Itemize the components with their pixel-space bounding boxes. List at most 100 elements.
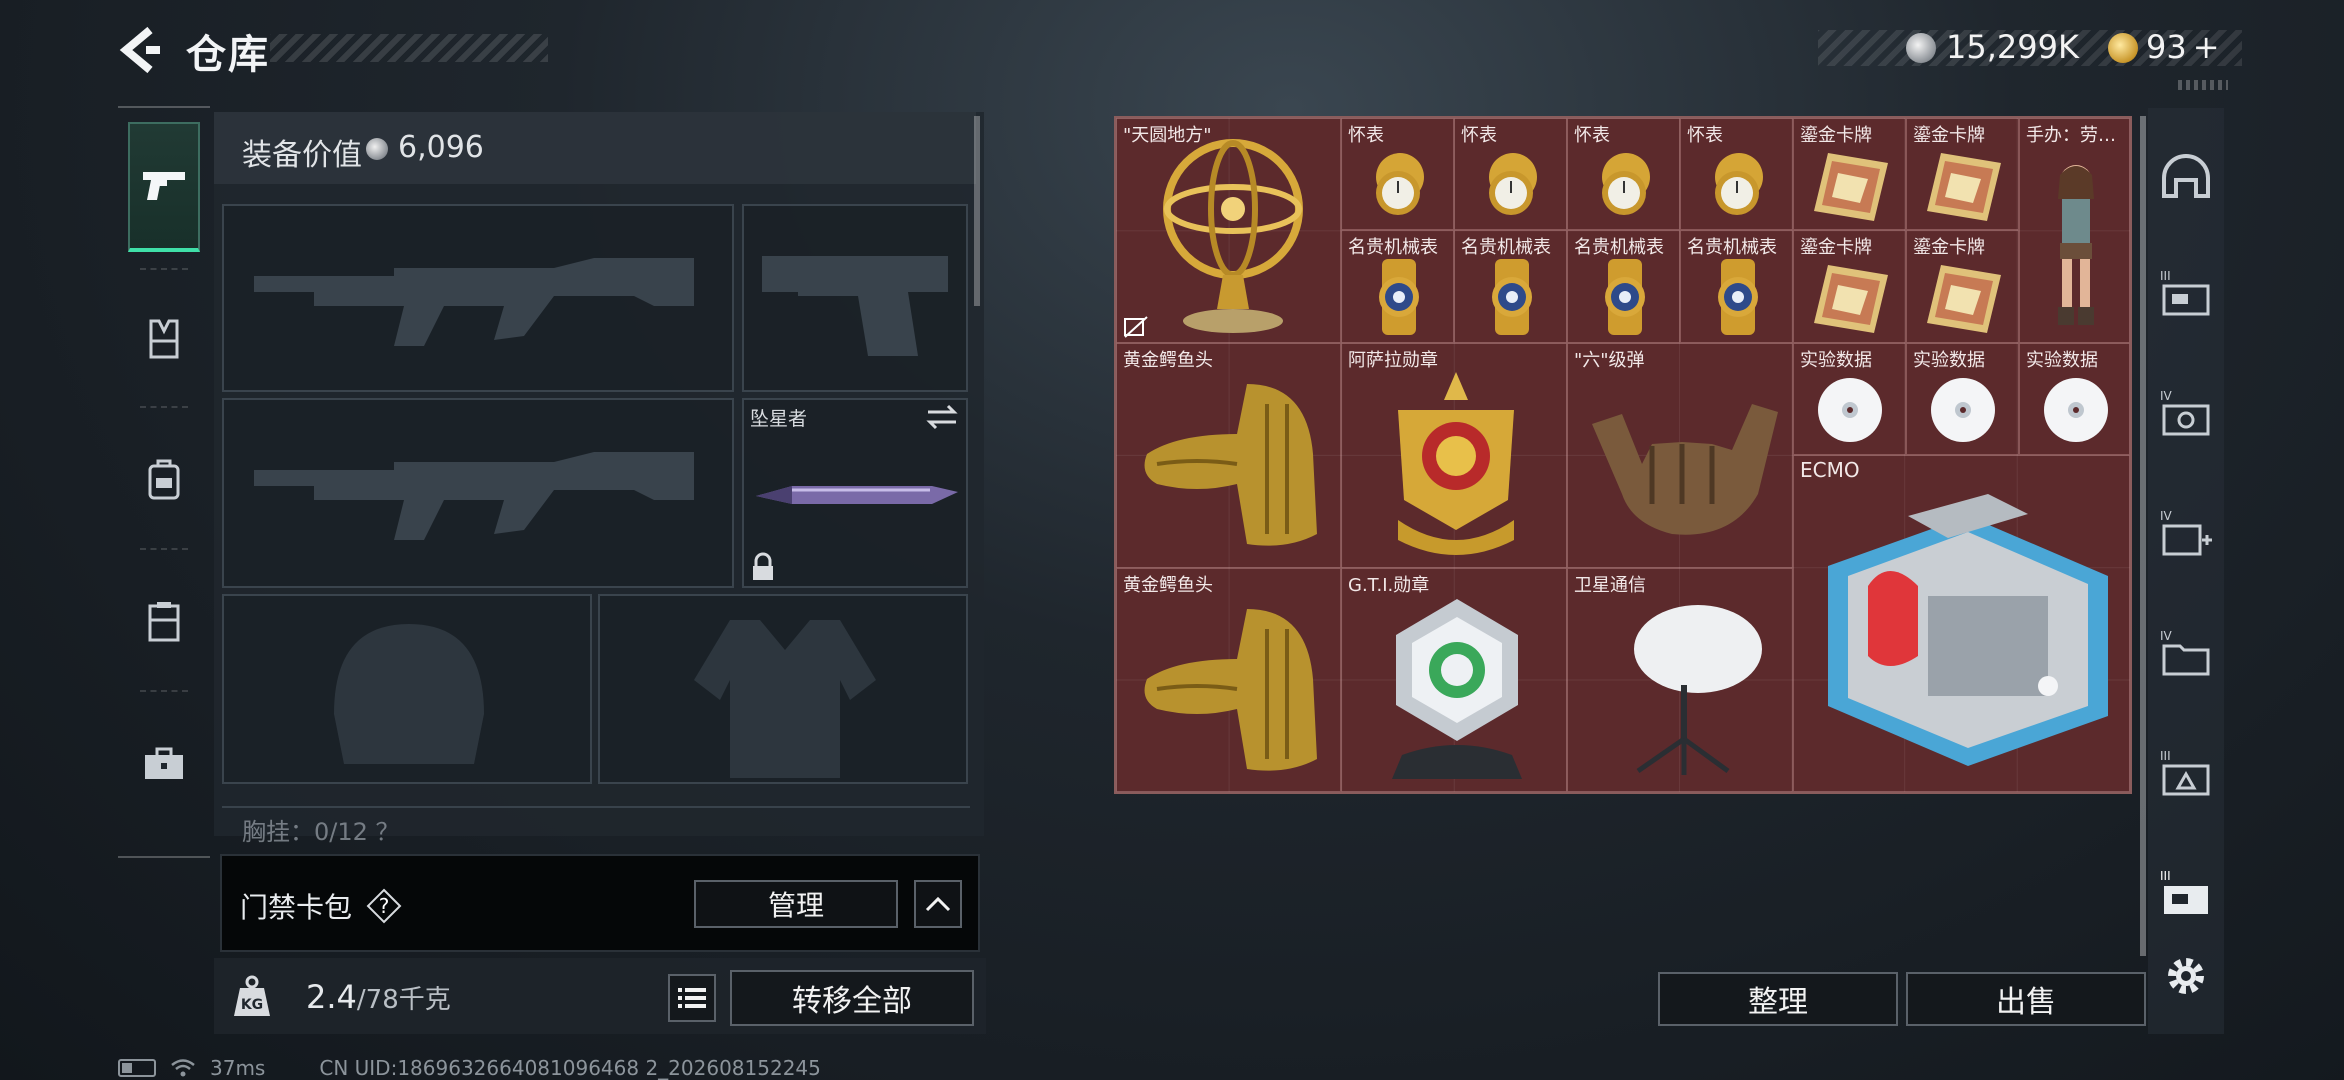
stash-item-figure[interactable]: 手办：劳… (2019, 118, 2130, 343)
weight-unit: 千克 (398, 985, 451, 1015)
pistol-icon (143, 172, 185, 200)
disc-icon (2044, 378, 2108, 442)
settings-icon (2168, 958, 2204, 994)
melee-item-name: 坠星者 (750, 408, 808, 430)
tab-weapons[interactable] (128, 122, 200, 252)
stash-item-wristwatch[interactable]: 名贵机械表 (1567, 230, 1680, 343)
stash-item-satellite[interactable]: 卫星通信 (1567, 568, 1793, 792)
hand-sculpture-icon (1592, 404, 1778, 535)
stash-item-six-bullet[interactable]: "六"级弹 (1567, 343, 1793, 568)
settings-button[interactable] (2158, 948, 2214, 1004)
stash-item-gilded-card[interactable]: 鎏金卡牌 (1906, 230, 2019, 343)
stash-item-experimental-data[interactable]: 实验数据 (1793, 343, 1906, 455)
primary-weapon-slot-1[interactable] (222, 204, 734, 392)
tab-backpack[interactable] (128, 414, 200, 544)
stash-item-pocket-watch[interactable]: 怀表 (1454, 118, 1567, 230)
stash-page-medical[interactable]: IV (2158, 506, 2214, 562)
stash-item-gilded-card[interactable]: 鎏金卡牌 (1793, 230, 1906, 343)
backpack-icon (148, 459, 180, 500)
equipment-value: 6,096 (398, 130, 484, 165)
stash-item-pocket-watch[interactable]: 怀表 (1567, 118, 1680, 230)
svg-text:IV: IV (2160, 509, 2173, 523)
stash-item-wristwatch[interactable]: 名贵机械表 (1341, 230, 1454, 343)
stash-item-wristwatch[interactable]: 名贵机械表 (1680, 230, 1793, 343)
swap-icon[interactable] (924, 402, 960, 432)
case-icon: III (2160, 869, 2208, 914)
svg-text:III: III (2160, 749, 2171, 763)
page-title: 仓库 (186, 32, 270, 78)
gold-amount[interactable]: 93 + (2146, 28, 2220, 66)
stash-page-helmet[interactable] (2158, 150, 2214, 206)
transfer-all-button[interactable]: 转移全部 (730, 970, 974, 1026)
ecmo-machine-icon (1828, 494, 2108, 766)
sell-button[interactable]: 出售 (1906, 972, 2146, 1026)
title-decoration (270, 34, 548, 62)
wifi-icon (171, 1059, 195, 1077)
stash-item-wristwatch[interactable]: 名贵机械表 (1454, 230, 1567, 343)
stash-item-pocket-watch[interactable]: 怀表 (1341, 118, 1454, 230)
stash-page-pack[interactable]: III (2158, 746, 2214, 802)
stash-item-asala-medal[interactable]: 阿萨拉勋章 (1341, 343, 1567, 568)
svg-text:III: III (2160, 869, 2171, 883)
ping-readout: 37ms (210, 1056, 266, 1080)
svg-text:III: III (2160, 269, 2171, 283)
disc-icon (1818, 378, 1882, 442)
stash-item-experimental-data[interactable]: 实验数据 (2019, 343, 2130, 455)
equipment-scrollbar[interactable] (974, 116, 980, 306)
stash-item-pocket-watch[interactable]: 怀表 (1680, 118, 1793, 230)
helmet-silhouette-icon (334, 624, 484, 764)
stash-item-gold-croc-head[interactable]: 黄金鳄鱼头 (1116, 568, 1341, 792)
stash-page-4[interactable]: IV (2158, 386, 2214, 442)
primary-weapon-slot-2[interactable] (222, 398, 734, 588)
wristwatch-icon (1379, 259, 1419, 335)
collapse-button[interactable] (914, 880, 962, 928)
melee-slot[interactable]: 坠星者 (742, 398, 968, 588)
unlink-icon (1124, 316, 1148, 338)
divider (222, 806, 970, 808)
tab-toolbox[interactable] (128, 698, 200, 828)
helmet-slot[interactable] (222, 594, 592, 784)
pocket-watch-icon (1602, 153, 1650, 215)
wristwatch-icon (1605, 259, 1645, 335)
tab-container[interactable] (128, 556, 200, 686)
rifle-silhouette-icon (254, 258, 694, 346)
pocket-watch-icon (1376, 153, 1424, 215)
list-view-button[interactable] (668, 974, 716, 1022)
help-icon[interactable]: ? (366, 888, 402, 924)
stash-page-documents[interactable]: IV (2158, 626, 2214, 682)
gold-coin-icon (2108, 33, 2138, 63)
silver-amount: 15,299K (1946, 28, 2079, 66)
list-icon (678, 988, 706, 1008)
stash-item-gilded-card[interactable]: 鎏金卡牌 (1793, 118, 1906, 230)
svg-text:KG: KG (241, 997, 263, 1013)
sort-button[interactable]: 整理 (1658, 972, 1898, 1026)
vest-icon (149, 319, 179, 359)
armor-slot[interactable] (598, 594, 968, 784)
stash-scrollbar[interactable] (2140, 116, 2146, 956)
manage-button[interactable]: 管理 (694, 880, 898, 928)
gold-add-button[interactable]: + (2193, 28, 2220, 66)
wristwatch-icon (1492, 259, 1532, 335)
stash-item-gti-medal[interactable]: G.T.I.勋章 (1341, 568, 1567, 792)
tab-armor[interactable] (128, 274, 200, 404)
knife-icon (756, 486, 958, 504)
stash-page-3b[interactable]: III (2158, 866, 2214, 922)
pistol-slot[interactable] (742, 204, 968, 392)
chevron-up-icon (925, 896, 951, 912)
stash-item-experimental-data[interactable]: 实验数据 (1906, 343, 2019, 455)
pack-icon: III (2160, 749, 2210, 796)
disc-icon (1931, 378, 1995, 442)
stash-item-ecmo[interactable]: ECMO (1793, 455, 2130, 792)
case-icon: III (2160, 269, 2210, 316)
status-bar: 37ms CN UID:1869632664081096468 2_202608… (118, 1056, 821, 1080)
stash-page-3[interactable]: III (2158, 266, 2214, 322)
stash-item-gilded-card[interactable]: 鎏金卡牌 (1906, 118, 2019, 230)
weight-icon: KG (234, 975, 270, 1016)
uid-readout: CN UID:1869632664081096468 2_20260815224… (319, 1056, 821, 1080)
stash-item-armillary[interactable]: "天圆地方" (1116, 118, 1341, 343)
back-button[interactable] (118, 24, 162, 76)
satellite-dish-icon (1634, 605, 1762, 775)
svg-text:IV: IV (2160, 629, 2173, 643)
stash-item-gold-croc-head[interactable]: 黄金鳄鱼头 (1116, 343, 1341, 568)
gilded-card-icon (1814, 153, 1888, 221)
